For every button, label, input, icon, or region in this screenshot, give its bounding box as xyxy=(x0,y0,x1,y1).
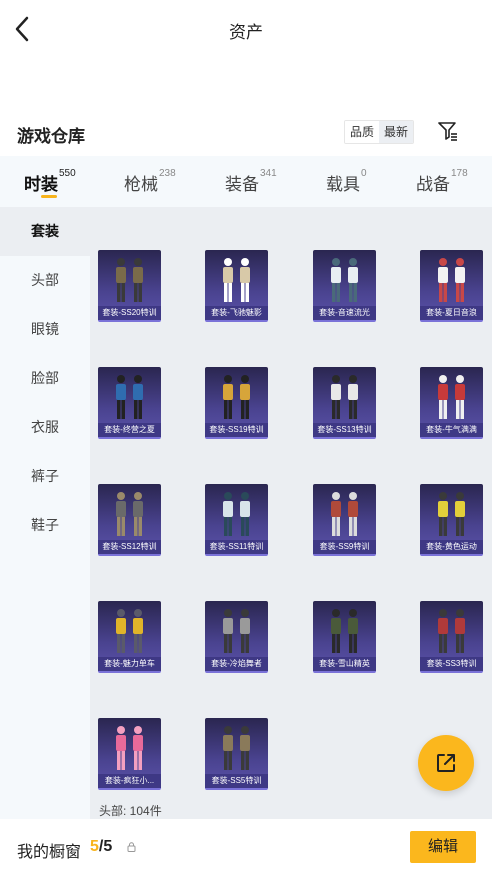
showcase-total: /5 xyxy=(98,838,113,855)
tab-count: 178 xyxy=(451,168,468,179)
outfit-name: 套装-疯狂小... xyxy=(98,774,161,788)
outfit-card[interactable]: 套装-黄色运动 xyxy=(420,484,483,556)
outfit-thumbnail xyxy=(438,375,465,419)
outfit-card[interactable]: 套装-终营之夏 xyxy=(98,367,161,439)
outfit-name: 套装-音速流光 xyxy=(313,306,376,320)
outfit-card[interactable]: 套装-夏日音浪 xyxy=(420,250,483,322)
outfit-thumbnail xyxy=(223,375,250,419)
outfit-card[interactable]: 套装-SS20特训 xyxy=(98,250,161,322)
tab-vehicles[interactable]: 载具0 xyxy=(326,168,367,195)
outfit-thumbnail xyxy=(223,492,250,536)
outfit-thumbnail xyxy=(223,609,250,653)
tab-label: 载具 xyxy=(326,175,360,194)
tab-label: 战备 xyxy=(416,175,450,194)
share-external-icon xyxy=(437,754,455,772)
tab-label: 枪械 xyxy=(124,175,158,194)
tab-count: 550 xyxy=(59,168,76,179)
item-grid: 套装-SS20特训 套装-飞驰魅影 套装-音速流光 套装-夏日音浪 套装-终营之夏 套装-… xyxy=(90,207,492,819)
tab-weapons[interactable]: 枪械238 xyxy=(124,168,176,195)
outfit-thumbnail xyxy=(223,258,250,302)
outfit-name: 套装-冷焰舞者 xyxy=(205,657,268,671)
outfit-name: 套装-SS13特训 xyxy=(313,423,376,437)
top-bar: 资产 xyxy=(0,0,492,58)
outfit-name: 套装-SS3特训 xyxy=(420,657,483,671)
outfit-thumbnail xyxy=(331,609,358,653)
showcase-bar: 我的橱窗 5/5 编辑 xyxy=(0,819,492,876)
outfit-thumbnail xyxy=(116,258,143,302)
outfit-name: 套装-SS20特训 xyxy=(98,306,161,320)
outfit-name: 套装-夏日音浪 xyxy=(420,306,483,320)
outfit-card[interactable]: 套装-SS11特训 xyxy=(205,484,268,556)
outfit-card[interactable]: 套装-SS19特训 xyxy=(205,367,268,439)
outfit-card[interactable]: 套装-冷焰舞者 xyxy=(205,601,268,673)
outfit-thumbnail xyxy=(438,258,465,302)
outfit-card[interactable]: 套装-SS13特训 xyxy=(313,367,376,439)
sidebar-item-shoes[interactable]: 鞋子 xyxy=(0,501,90,550)
outfit-name: 套装-SS19特训 xyxy=(205,423,268,437)
sidebar-item-glasses[interactable]: 眼镜 xyxy=(0,305,90,354)
outfit-name: 套装-牛气满满 xyxy=(420,423,483,437)
sort-newest-option[interactable]: 最新 xyxy=(379,121,414,143)
outfit-card[interactable]: 套装-音速流光 xyxy=(313,250,376,322)
showcase-label: 我的橱窗 xyxy=(17,844,82,861)
outfit-name: 套装-SS11特训 xyxy=(205,540,268,554)
outfit-name: 套装-SS9特训 xyxy=(313,540,376,554)
sidebar-item-outfit[interactable]: 套装 xyxy=(0,207,90,256)
outfit-thumbnail xyxy=(331,258,358,302)
outfit-card[interactable]: 套装-飞驰魅影 xyxy=(205,250,268,322)
outfit-thumbnail xyxy=(116,609,143,653)
outfit-card[interactable]: 套装-SS3特训 xyxy=(420,601,483,673)
outfit-thumbnail xyxy=(438,492,465,536)
outfit-name: 套装-飞驰魅影 xyxy=(205,306,268,320)
sidebar-item-pants[interactable]: 裤子 xyxy=(0,452,90,501)
outfit-thumbnail xyxy=(116,375,143,419)
category-tabs: 时装550 枪械238 装备341 载具0 战备178 xyxy=(0,156,492,207)
sidebar-item-face[interactable]: 脸部 xyxy=(0,354,90,403)
outfit-card[interactable]: 套装-SS12特训 xyxy=(98,484,161,556)
outfit-name: 套装-雪山精英 xyxy=(313,657,376,671)
share-button[interactable] xyxy=(418,735,474,791)
outfit-name: 套装-SS5特训 xyxy=(205,774,268,788)
tab-count: 341 xyxy=(260,168,277,179)
tab-equipment[interactable]: 装备341 xyxy=(225,168,277,195)
filter-button[interactable] xyxy=(437,120,459,142)
outfit-card[interactable]: 套装-SS9特训 xyxy=(313,484,376,556)
edit-button[interactable]: 编辑 xyxy=(410,831,476,863)
outfit-name: 套装-SS12特训 xyxy=(98,540,161,554)
outfit-card[interactable]: 套装-魅力单车 xyxy=(98,601,161,673)
sort-quality-option[interactable]: 品质 xyxy=(345,121,380,143)
filter-icon xyxy=(438,122,457,141)
outfit-card[interactable]: 套装-SS5特训 xyxy=(205,718,268,790)
tab-count: 238 xyxy=(159,168,176,179)
outfit-name: 套装-黄色运动 xyxy=(420,540,483,554)
outfit-thumbnail xyxy=(438,609,465,653)
outfit-thumbnail xyxy=(223,726,250,770)
outfit-thumbnail xyxy=(331,375,358,419)
tab-label: 装备 xyxy=(225,175,259,194)
sidebar-item-head[interactable]: 头部 xyxy=(0,256,90,305)
outfit-card[interactable]: 套装-牛气满满 xyxy=(420,367,483,439)
outfit-card[interactable]: 套装-雪山精英 xyxy=(313,601,376,673)
active-tab-indicator xyxy=(41,195,57,198)
warehouse-title: 游戏仓库 xyxy=(17,127,85,146)
sort-toggle: 品质 最新 xyxy=(344,120,415,144)
showcase-count: 5/5 xyxy=(90,838,112,856)
warehouse-header: 游戏仓库 品质 最新 xyxy=(0,112,492,156)
subcategory-sidebar: 套装 头部 眼镜 脸部 衣服 裤子 鞋子 xyxy=(0,207,90,819)
outfit-name: 套装-魅力单车 xyxy=(98,657,161,671)
page-title: 资产 xyxy=(229,23,263,42)
outfit-thumbnail xyxy=(116,726,143,770)
outfit-card[interactable]: 套装-疯狂小... xyxy=(98,718,161,790)
tab-count: 0 xyxy=(361,168,367,179)
outfit-thumbnail xyxy=(331,492,358,536)
tab-battle-prep[interactable]: 战备178 xyxy=(416,168,468,195)
outfit-thumbnail xyxy=(116,492,143,536)
item-count-text: 头部: 104件 xyxy=(99,804,162,818)
outfit-name: 套装-终营之夏 xyxy=(98,423,161,437)
showcase-current: 5 xyxy=(90,838,99,855)
lock-icon xyxy=(127,842,136,852)
sidebar-item-clothes[interactable]: 衣服 xyxy=(0,403,90,452)
tab-label: 时装 xyxy=(24,175,58,194)
tab-fashion[interactable]: 时装550 xyxy=(24,168,76,195)
